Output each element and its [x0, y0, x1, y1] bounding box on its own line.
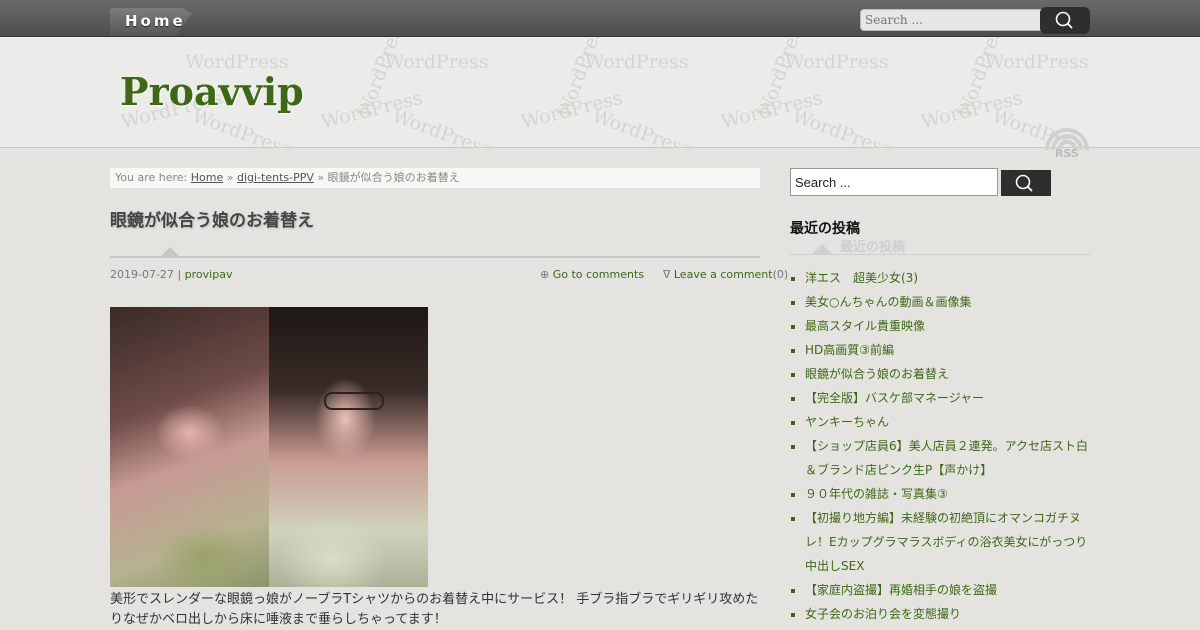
post-date: 2019-07-27: [110, 268, 174, 281]
leave-comment-link[interactable]: Leave a comment: [674, 268, 773, 281]
list-item: ヤンキーちゃん: [805, 410, 1090, 434]
recent-post-link[interactable]: 【初撮り地方編】未経験の初絶頂にオマンコガチヌレ！Eカップグラマラスボディの浴衣…: [805, 511, 1087, 573]
list-item: 洋エス 超美少女(3): [805, 266, 1090, 290]
recent-post-link[interactable]: 洋エス 超美少女(3): [805, 271, 918, 285]
recent-post-link[interactable]: 【家庭内盗撮】再婚相手の娘を盗撮: [805, 583, 997, 597]
list-item: 【ショップ店員6】美人店員２連発。アクセ店スト白＆ブランド店ピンク生P【声かけ】: [805, 434, 1090, 482]
meta-separator: |: [177, 268, 182, 281]
reply-icon: ∇: [663, 268, 671, 281]
comment-icon: ⊕: [540, 268, 550, 281]
post-body-text: 美形でスレンダーな眼鏡っ娘がノーブラTシャツからのお着替え中にサービス！ 手ブラ…: [110, 592, 759, 627]
breadcrumb-current: 眼鏡が似合う娘のお着替え: [327, 171, 460, 184]
list-item: HD高画質③前編: [805, 338, 1090, 362]
sidebar-search-input[interactable]: [790, 168, 998, 196]
top-nav-bar: Home: [0, 0, 1200, 37]
recent-posts-heading: 最近の投稿: [790, 221, 860, 237]
list-item: 女子会のお泊り会を変態撮り: [805, 602, 1090, 626]
breadcrumb-separator: »: [317, 171, 325, 184]
list-item: 最高スタイル貴重映像: [805, 314, 1090, 338]
breadcrumb-home-link[interactable]: Home: [191, 171, 223, 184]
breadcrumb-category-link[interactable]: digi-tents-PPV: [237, 171, 314, 184]
post-photo-right[interactable]: [269, 307, 428, 587]
rss-label[interactable]: RSS: [1055, 147, 1079, 160]
site-header: WordPress WordPress WordPress WordPress …: [0, 37, 1200, 148]
recent-post-link[interactable]: HD高画質③前編: [805, 343, 894, 357]
recent-post-link[interactable]: 女子会のお泊り会を変態撮り: [805, 607, 961, 621]
nav-home-tab[interactable]: Home: [110, 8, 192, 36]
recent-posts-heading-shadow: 最近の投稿: [840, 240, 906, 255]
recent-post-link[interactable]: ヤンキーちゃん: [805, 415, 889, 429]
recent-post-link[interactable]: 最高スタイル貴重映像: [805, 319, 925, 333]
comment-count: (0): [772, 268, 789, 281]
post-author-link[interactable]: provipav: [185, 268, 233, 281]
recent-post-link[interactable]: 【ショップ店員6】美人店員２連発。アクセ店スト白＆ブランド店ピンク生P【声かけ】: [805, 439, 1088, 477]
sidebar-divider: [790, 254, 1090, 255]
breadcrumb-prefix: You are here:: [115, 171, 188, 184]
list-item: 【完全版】バスケ部マネージャー: [805, 386, 1090, 410]
recent-post-link[interactable]: 【完全版】バスケ部マネージャー: [805, 391, 984, 405]
site-title[interactable]: Proavvip: [120, 69, 304, 114]
search-icon: [1055, 11, 1073, 29]
list-item: 美女○んちゃんの動画＆画像集: [805, 290, 1090, 314]
list-item: 【家庭内盗撮】再婚相手の娘を盗撮: [805, 578, 1090, 602]
list-item: ９０年代の雑誌・写真集③: [805, 482, 1090, 506]
sidebar-search-button[interactable]: [1001, 170, 1051, 196]
recent-posts-list: 洋エス 超美少女(3) 美女○んちゃんの動画＆画像集 最高スタイル貴重映像 HD…: [790, 266, 1090, 626]
sidebar-divider-notch: [812, 244, 832, 254]
go-to-comments-link[interactable]: Go to comments: [553, 268, 644, 281]
post-meta: 2019-07-27 | provipav: [110, 268, 232, 281]
recent-post-link[interactable]: ９０年代の雑誌・写真集③: [805, 487, 948, 501]
title-divider: [110, 256, 760, 258]
recent-post-link[interactable]: 美女○んちゃんの動画＆画像集: [805, 295, 971, 309]
post-photo-left[interactable]: [110, 307, 269, 587]
list-item: 眼鏡が似合う娘のお着替え: [805, 362, 1090, 386]
top-search-form: [860, 7, 1090, 34]
recent-post-link[interactable]: 眼鏡が似合う娘のお着替え: [805, 367, 949, 381]
breadcrumb-separator: »: [226, 171, 234, 184]
breadcrumb: You are here: Home » digi-tents-PPV » 眼鏡…: [110, 168, 760, 188]
post-title[interactable]: 眼鏡が似合う娘のお着替え: [110, 206, 314, 231]
top-search-button[interactable]: [1040, 7, 1090, 34]
search-icon: [1015, 174, 1033, 192]
post-comment-links: ⊕ Go to comments ∇ Leave a comment(0): [540, 268, 788, 281]
list-item: 【初撮り地方編】未経験の初絶頂にオマンコガチヌレ！Eカップグラマラスボディの浴衣…: [805, 506, 1090, 578]
top-search-input[interactable]: [860, 9, 1050, 31]
